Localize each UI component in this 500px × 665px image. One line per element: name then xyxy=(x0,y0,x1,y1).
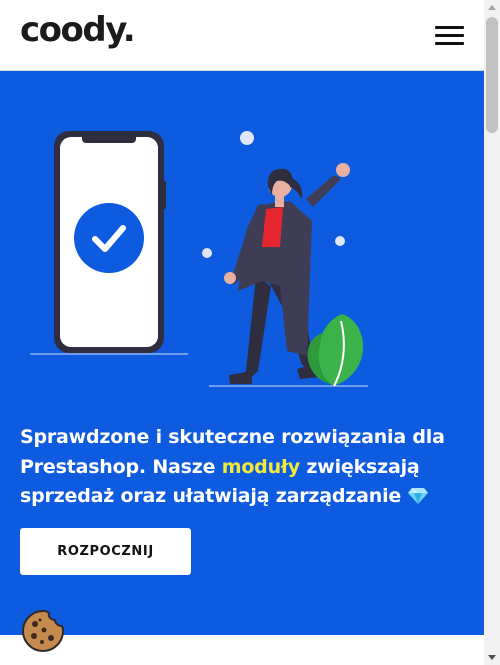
hamburger-line xyxy=(435,42,464,45)
check-circle-icon xyxy=(74,203,144,273)
scrollbar-thumb[interactable] xyxy=(486,17,498,133)
hamburger-line xyxy=(435,34,464,37)
hero-section: Sprawdzone i skuteczne rozwiązania dla P… xyxy=(0,71,484,635)
site-header: coody. xyxy=(0,0,484,71)
next-section xyxy=(0,635,484,665)
scroll-up-arrow-icon[interactable] xyxy=(484,0,500,16)
cookie-icon[interactable] xyxy=(20,608,66,654)
hamburger-line xyxy=(435,26,464,29)
hamburger-menu-icon[interactable] xyxy=(435,26,464,46)
diamond-icon xyxy=(408,488,429,504)
plant-illustration xyxy=(307,314,364,387)
hero-illustration xyxy=(30,131,368,387)
start-button[interactable]: ROZPOCZNIJ xyxy=(20,528,191,575)
modules-link[interactable]: moduły xyxy=(222,456,300,478)
phone-illustration xyxy=(30,131,188,355)
logo[interactable]: coody. xyxy=(20,10,136,50)
hero-headline: Sprawdzone i skuteczne rozwiązania dla P… xyxy=(20,423,470,512)
page: coody. Sprawdzone i skuteczne rozwiązani… xyxy=(0,0,484,665)
scroll-down-arrow-icon[interactable] xyxy=(484,649,500,665)
vertical-scrollbar[interactable] xyxy=(484,0,500,665)
